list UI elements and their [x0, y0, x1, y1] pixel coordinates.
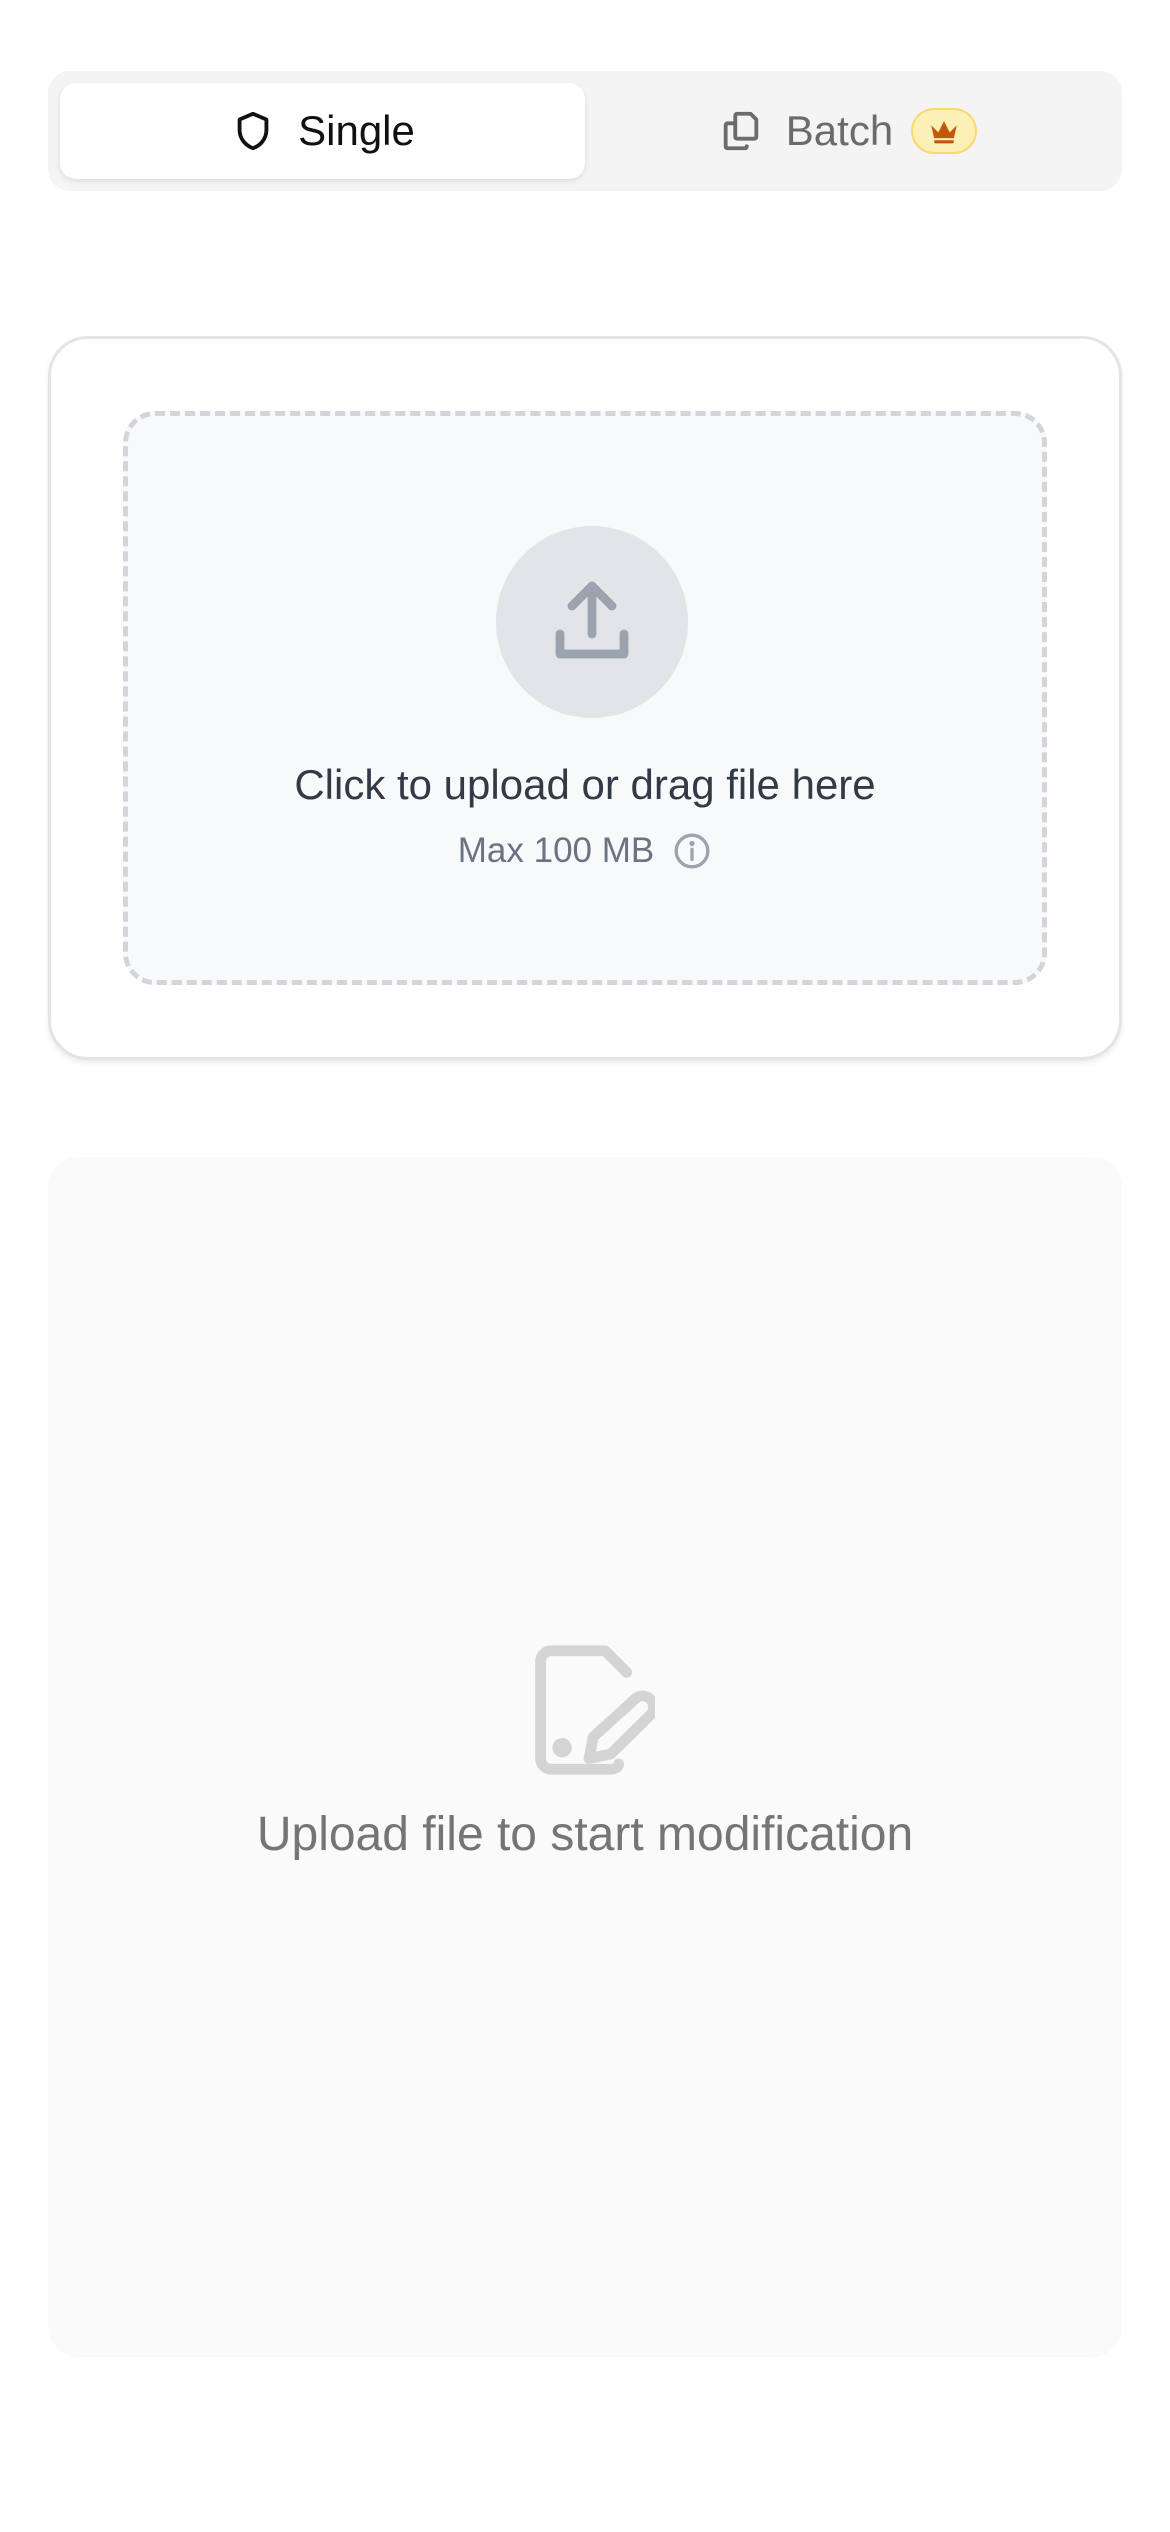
premium-badge: [911, 108, 978, 154]
file-edit-icon: [523, 1640, 659, 1780]
upload-icon-circle: [496, 526, 688, 718]
crown-icon: [931, 121, 957, 144]
upload-icon: [555, 581, 629, 659]
mode-tabs: Single Batch: [48, 71, 1122, 191]
tab-batch-label: Batch: [785, 107, 894, 154]
copy-icon: [718, 108, 764, 154]
result-panel: Upload file to start modification: [48, 1157, 1122, 2357]
upload-dropzone[interactable]: Click to upload or drag file here Max 10…: [123, 411, 1047, 985]
tab-batch[interactable]: Batch: [585, 83, 1110, 179]
upload-limit: Max 100 MB: [457, 831, 655, 870]
info-icon[interactable]: [672, 831, 712, 871]
upload-limit-row: Max 100 MB: [128, 831, 1042, 871]
shield-icon: [230, 108, 276, 154]
tab-single[interactable]: Single: [60, 83, 585, 179]
tab-single-label: Single: [298, 107, 415, 154]
upload-card: Click to upload or drag file here Max 10…: [48, 336, 1122, 1060]
empty-state-message: Upload file to start modification: [256, 1808, 914, 1861]
upload-title: Click to upload or drag file here: [294, 761, 876, 808]
